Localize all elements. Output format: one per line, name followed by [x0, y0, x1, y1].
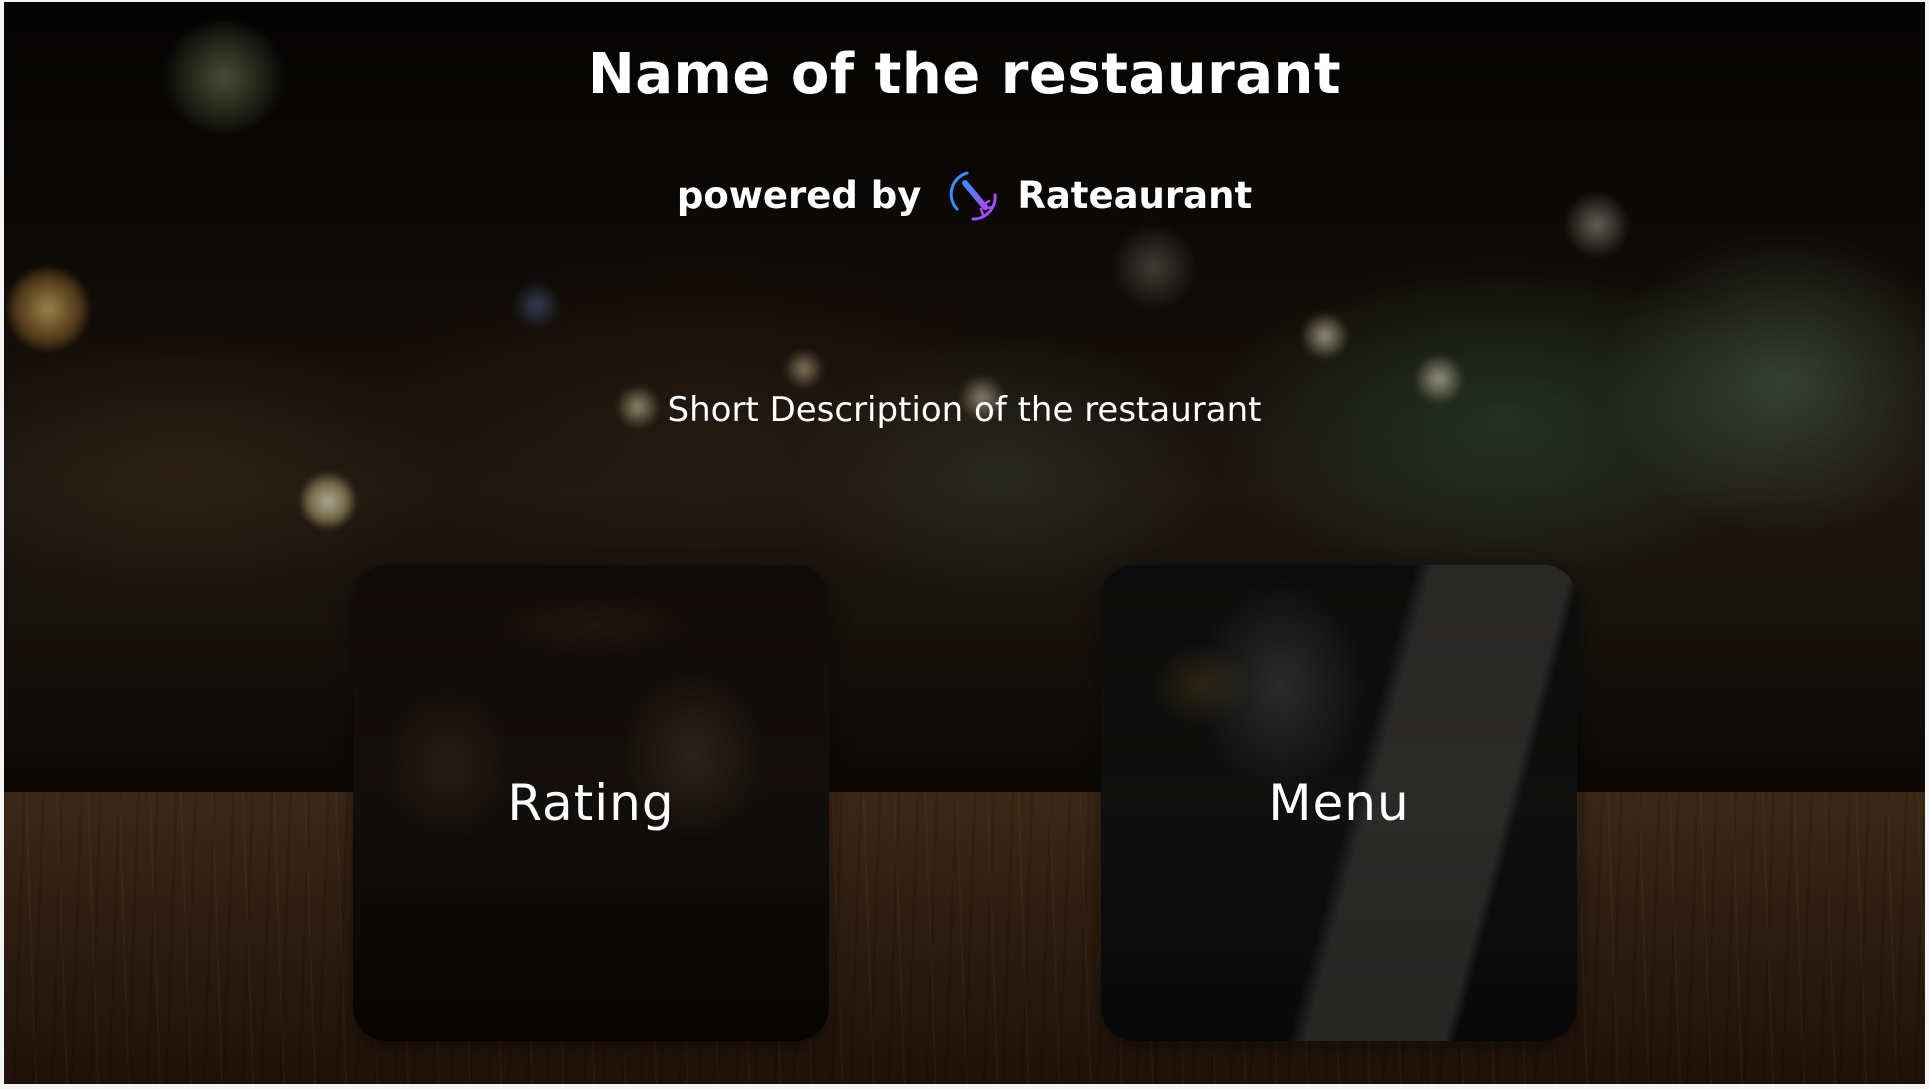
restaurant-description: Short Description of the restaurant [667, 390, 1262, 430]
menu-card-label: Menu [1268, 774, 1410, 832]
menu-card-button[interactable]: Menu [1101, 565, 1577, 1041]
powered-by-line: powered by Rateaurant [4, 165, 1925, 225]
brand-name: Rateaurant [1017, 173, 1253, 217]
restaurant-landing-page: Name of the restaurant powered by Rateau… [4, 2, 1925, 1084]
rating-card-label: Rating [507, 774, 675, 832]
powered-by-label: powered by [676, 173, 922, 217]
restaurant-name: Name of the restaurant [587, 42, 1342, 107]
rateaurant-logo-icon [950, 171, 997, 221]
rating-card-button[interactable]: Rating [353, 565, 829, 1041]
